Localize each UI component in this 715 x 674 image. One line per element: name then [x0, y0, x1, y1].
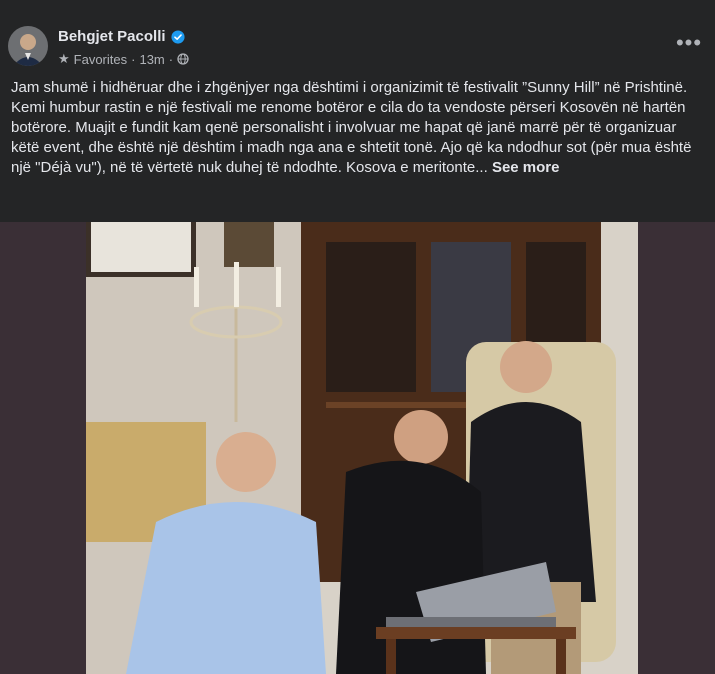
- post-body: Jam shumë i hidhëruar dhe i zhgënjyer ng…: [11, 79, 692, 176]
- post-text: Jam shumë i hidhëruar dhe i zhgënjyer ng…: [11, 78, 705, 178]
- author-row: Behgjet Pacolli: [58, 28, 185, 45]
- facebook-post: Behgjet Pacolli ★ Favorites · 13m · ••• …: [0, 0, 715, 674]
- star-icon: ★: [58, 51, 70, 66]
- avatar-image: [8, 26, 48, 66]
- post-photo[interactable]: [86, 222, 638, 674]
- post-header: Behgjet Pacolli ★ Favorites · 13m · •••: [0, 0, 715, 70]
- globe-icon[interactable]: [177, 53, 189, 65]
- author-name[interactable]: Behgjet Pacolli: [58, 28, 166, 45]
- author-avatar[interactable]: [8, 26, 48, 66]
- post-meta: ★ Favorites · 13m ·: [58, 51, 189, 67]
- verified-badge-icon: [170, 29, 185, 44]
- post-photo-container[interactable]: [0, 222, 715, 674]
- meta-dot: ·: [131, 51, 136, 67]
- more-options-icon[interactable]: •••: [671, 28, 707, 58]
- post-time[interactable]: 13m: [139, 52, 164, 67]
- photo-image: [86, 222, 638, 674]
- see-more-link[interactable]: See more: [492, 159, 560, 176]
- favorites-label[interactable]: Favorites: [74, 52, 127, 67]
- meta-separator: ·: [168, 51, 174, 67]
